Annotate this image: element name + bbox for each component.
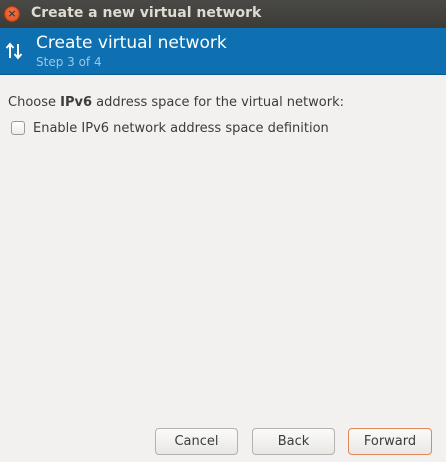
wizard-header: Create virtual network Step 3 of 4	[0, 28, 446, 75]
forward-button[interactable]: Forward	[348, 428, 432, 455]
cancel-button[interactable]: Cancel	[155, 428, 238, 455]
wizard-title: Create virtual network	[36, 33, 227, 53]
close-icon[interactable]: ×	[4, 6, 20, 22]
ipv6-prompt: Choose IPv6 address space for the virtua…	[8, 95, 344, 110]
network-arrows-icon	[5, 42, 23, 60]
back-button[interactable]: Back	[252, 428, 335, 455]
title-bar[interactable]: × Create a new virtual network	[0, 0, 446, 28]
prompt-suffix: address space for the virtual network:	[92, 95, 344, 110]
enable-ipv6-checkbox[interactable]	[11, 121, 25, 135]
enable-ipv6-row[interactable]: Enable IPv6 network address space defini…	[11, 119, 329, 137]
wizard-step: Step 3 of 4	[36, 55, 102, 69]
enable-ipv6-label[interactable]: Enable IPv6 network address space defini…	[33, 121, 329, 136]
dialog-window: × Create a new virtual network Create vi…	[0, 0, 446, 462]
window-title: Create a new virtual network	[31, 5, 262, 21]
prompt-prefix: Choose	[8, 95, 61, 110]
prompt-bold: IPv6	[60, 95, 93, 110]
